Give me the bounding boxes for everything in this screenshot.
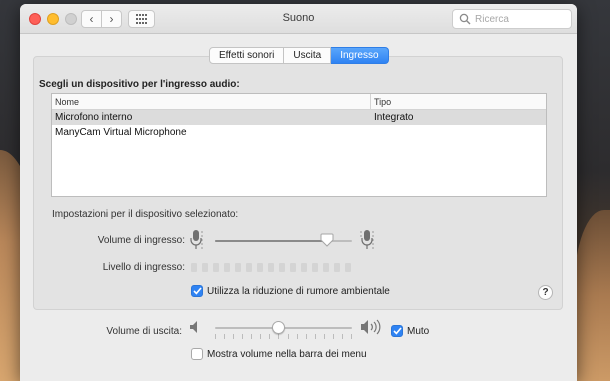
level-segment bbox=[257, 263, 263, 272]
show-volume-menu-bar-label: Mostra volume nella barra dei menu bbox=[207, 348, 367, 360]
column-header-name[interactable]: Nome bbox=[52, 94, 371, 109]
checkmark-icon bbox=[192, 287, 202, 295]
table-row[interactable]: Microfono interno Integrato bbox=[52, 110, 546, 125]
input-device-table[interactable]: Nome Tipo Microfono interno Integrato Ma… bbox=[51, 93, 547, 197]
tab-output[interactable]: Uscita bbox=[284, 47, 332, 64]
tab-bar: Effetti sonori Uscita Ingresso bbox=[209, 47, 389, 64]
sound-preferences-window: ‹ › Suono Effetti sonori Uscita bbox=[20, 4, 577, 381]
table-row[interactable]: ManyCam Virtual Microphone bbox=[52, 125, 546, 140]
level-segment bbox=[323, 263, 329, 272]
mute-checkbox[interactable]: Muto bbox=[391, 325, 429, 337]
mute-label: Muto bbox=[407, 325, 430, 337]
show-volume-menu-bar-checkbox[interactable]: Mostra volume nella barra dei menu bbox=[191, 348, 367, 360]
level-segment bbox=[213, 263, 219, 272]
level-segment bbox=[268, 263, 274, 272]
device-name: ManyCam Virtual Microphone bbox=[55, 127, 187, 138]
output-volume-ticks bbox=[215, 334, 352, 340]
level-segment bbox=[290, 263, 296, 272]
noise-reduction-label: Utilizza la riduzione di rumore ambienta… bbox=[207, 285, 390, 297]
device-settings-label: Impostazioni per il dispositivo selezion… bbox=[52, 209, 239, 220]
microphone-high-icon bbox=[360, 230, 374, 249]
input-level-meter bbox=[191, 263, 351, 272]
column-header-type[interactable]: Tipo bbox=[371, 94, 546, 109]
level-segment bbox=[301, 263, 307, 272]
desktop-wallpaper-right bbox=[574, 210, 610, 381]
checkbox[interactable] bbox=[191, 348, 203, 360]
level-segment bbox=[224, 263, 230, 272]
level-segment bbox=[202, 263, 208, 272]
level-segment bbox=[191, 263, 197, 272]
level-segment bbox=[345, 263, 351, 272]
output-volume-thumb[interactable] bbox=[271, 321, 285, 334]
search-input[interactable] bbox=[475, 13, 565, 25]
speaker-high-icon bbox=[361, 319, 381, 335]
device-type: Integrato bbox=[374, 112, 414, 123]
microphone-low-icon bbox=[190, 230, 203, 249]
help-button[interactable]: ? bbox=[538, 285, 553, 300]
search-icon bbox=[459, 13, 471, 25]
level-segment bbox=[279, 263, 285, 272]
output-volume-label: Volume di uscita: bbox=[106, 326, 182, 337]
checkbox[interactable] bbox=[191, 285, 203, 297]
level-segment bbox=[334, 263, 340, 272]
input-volume-fill bbox=[215, 240, 328, 242]
checkbox[interactable] bbox=[391, 325, 403, 337]
checkmark-icon bbox=[392, 327, 402, 335]
device-name: Microfono interno bbox=[55, 112, 133, 123]
title-bar: ‹ › Suono bbox=[20, 4, 577, 34]
tab-input[interactable]: Ingresso bbox=[331, 47, 389, 64]
input-volume-label: Volume di ingresso: bbox=[97, 235, 185, 246]
device-type bbox=[371, 125, 546, 140]
device-section-title: Scegli un dispositivo per l'ingresso aud… bbox=[39, 79, 240, 90]
noise-reduction-checkbox[interactable]: Utilizza la riduzione di rumore ambienta… bbox=[191, 285, 390, 297]
input-volume-thumb[interactable] bbox=[320, 233, 334, 247]
level-segment bbox=[235, 263, 241, 272]
search-field[interactable] bbox=[452, 9, 572, 29]
speaker-low-icon bbox=[190, 321, 197, 333]
input-level-label: Livello di ingresso: bbox=[102, 262, 185, 273]
help-icon: ? bbox=[542, 287, 549, 298]
tab-sound-effects[interactable]: Effetti sonori bbox=[209, 47, 285, 64]
level-segment bbox=[246, 263, 252, 272]
level-segment bbox=[312, 263, 318, 272]
table-header: Nome Tipo bbox=[52, 94, 546, 110]
